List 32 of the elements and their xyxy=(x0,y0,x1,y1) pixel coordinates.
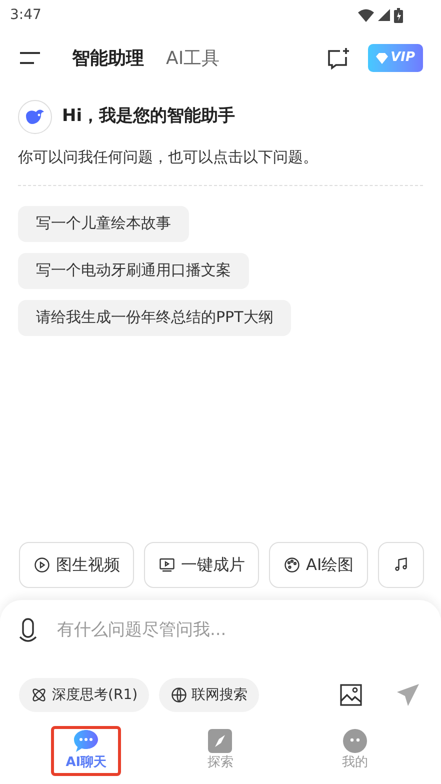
tool-chip[interactable]: 图生视频 xyxy=(19,542,134,588)
image-icon[interactable] xyxy=(340,684,362,706)
palette-icon xyxy=(283,556,301,574)
suggestion-chip[interactable]: 写一个儿童绘本故事 xyxy=(18,206,189,242)
globe-icon xyxy=(170,686,188,704)
tool-chip[interactable]: AI绘图 xyxy=(269,542,368,588)
atom-icon xyxy=(30,686,48,704)
tool-chip[interactable]: 一键成片 xyxy=(144,542,259,588)
nav-tab[interactable]: AI聊天 xyxy=(51,726,122,776)
play-screen-icon xyxy=(158,556,176,574)
new-chat-icon[interactable] xyxy=(326,46,350,70)
option-chip[interactable]: 深度思考(R1) xyxy=(19,678,149,712)
signal-icon xyxy=(378,9,390,21)
option-chip[interactable]: 联网搜索 xyxy=(158,678,259,712)
header-tab[interactable]: 智能助理 xyxy=(72,44,144,72)
suggestion-chip[interactable]: 请给我生成一份年终总结的PPT大纲 xyxy=(18,300,292,336)
greeting-subtitle: 你可以问我任何问题，也可以点击以下问题。 xyxy=(18,147,319,168)
header-tab[interactable]: AI工具 xyxy=(166,44,220,72)
tool-chip[interactable] xyxy=(378,542,424,588)
menu-icon[interactable] xyxy=(18,50,42,66)
diamond-icon xyxy=(376,52,388,64)
question-input[interactable]: 有什么问题尽管问我... xyxy=(57,618,422,644)
face-icon xyxy=(342,729,367,754)
status-time: 3:47 xyxy=(10,6,42,24)
compass-icon xyxy=(208,729,232,754)
wifi-icon xyxy=(358,8,374,22)
microphone-icon[interactable] xyxy=(19,618,37,644)
suggestion-chip[interactable]: 写一个电动牙刷通用口播文案 xyxy=(18,252,249,288)
chat-bubble-icon xyxy=(73,729,100,754)
play-circle-icon xyxy=(33,556,51,574)
greeting-title: Hi，我是您的智能助手 xyxy=(62,105,236,128)
battery-icon xyxy=(394,8,403,22)
